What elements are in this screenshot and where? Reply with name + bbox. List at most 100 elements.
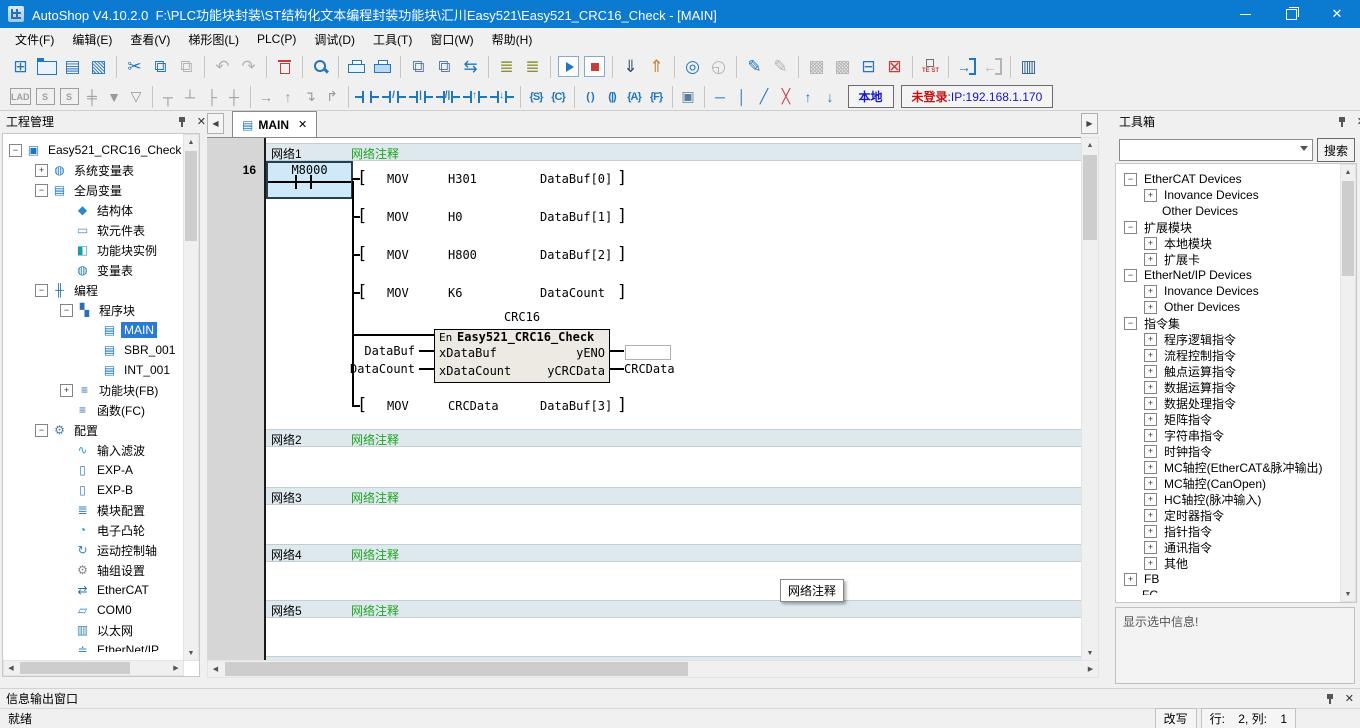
run-icon[interactable] bbox=[556, 54, 581, 79]
edit-program-icon[interactable]: ✎ bbox=[768, 54, 793, 79]
paste-icon[interactable]: ⧉ bbox=[174, 54, 199, 79]
delete-cross-icon[interactable]: ╳ bbox=[776, 86, 797, 107]
io-mapping-icon[interactable]: ⇆ bbox=[458, 54, 483, 79]
print-preview-icon[interactable] bbox=[344, 54, 369, 79]
compile-all-icon[interactable]: ≣ bbox=[520, 54, 545, 79]
menu-item[interactable]: 梯形图(L) bbox=[179, 28, 248, 51]
login-status-button[interactable]: 未登录:IP:192.168.1.170 bbox=[901, 85, 1054, 108]
scroll-thumb[interactable] bbox=[20, 662, 130, 674]
scroll-up-icon[interactable]: ▲ bbox=[184, 135, 198, 149]
contact-parallel-open-icon[interactable]: | bbox=[409, 88, 433, 106]
expand-icon[interactable]: + bbox=[1144, 253, 1157, 266]
toolbox-tree-item[interactable]: −扩展模块 bbox=[1116, 219, 1341, 235]
toolbox-search-combo[interactable] bbox=[1119, 139, 1313, 161]
restore-button[interactable] bbox=[1268, 0, 1314, 28]
find-icon[interactable] bbox=[308, 54, 333, 79]
instruction-row[interactable]: [MOVH301DataBuf[0]] bbox=[207, 171, 1081, 189]
scroll-thumb[interactable] bbox=[185, 151, 197, 241]
contact-open-icon[interactable] bbox=[355, 88, 379, 106]
project-tree-item[interactable]: ⇄EtherCAT bbox=[3, 580, 184, 600]
network-comment[interactable]: 网络注释 bbox=[351, 489, 399, 506]
insert-divider-icon[interactable]: ╪ bbox=[82, 86, 103, 107]
toolbox-tree-item[interactable]: +矩阵指令 bbox=[1116, 411, 1341, 427]
monitor-mode-icon[interactable]: ◎ bbox=[680, 54, 705, 79]
copy-icon[interactable]: ⧉ bbox=[148, 54, 173, 79]
set-coil-icon[interactable]: {S} bbox=[526, 86, 547, 107]
network-header[interactable]: 网络1 网络注释 bbox=[266, 143, 1081, 161]
project-tree-item[interactable]: ◍变量表 bbox=[3, 260, 184, 280]
project-tree-item[interactable]: ≑EtherNet/IP bbox=[3, 640, 184, 652]
expand-icon[interactable]: + bbox=[1144, 429, 1157, 442]
instruction-operand[interactable]: H800 bbox=[448, 248, 477, 262]
toolbox-tree-item[interactable]: +本地模块 bbox=[1116, 235, 1341, 251]
delete-line-icon[interactable]: ╱ bbox=[754, 86, 775, 107]
scroll-right-icon[interactable]: ▶ bbox=[169, 661, 183, 675]
project-tree-vscrollbar[interactable]: ▲ ▼ bbox=[183, 134, 199, 661]
pin-icon[interactable] bbox=[178, 116, 187, 128]
collapse-icon[interactable]: − bbox=[1124, 317, 1137, 330]
save-icon[interactable]: ▤ bbox=[60, 54, 85, 79]
print-icon[interactable] bbox=[370, 54, 395, 79]
vline-icon[interactable]: │ bbox=[732, 86, 753, 107]
toolbox-tree-item[interactable]: +字符串指令 bbox=[1116, 427, 1341, 443]
chevron-down-icon[interactable] bbox=[1300, 146, 1308, 151]
instruction-row[interactable]: [MOVCRCDataDataBuf[3]] bbox=[207, 398, 1081, 416]
menu-item[interactable]: PLC(P) bbox=[248, 29, 305, 49]
network-header[interactable]: 网络2网络注释 bbox=[266, 429, 1081, 447]
close-icon[interactable]: ✕ bbox=[197, 115, 206, 128]
open-project-icon[interactable] bbox=[34, 54, 59, 79]
project-tree-item[interactable]: ∿输入滤波 bbox=[3, 440, 184, 460]
project-tree-item[interactable]: ◆结构体 bbox=[3, 200, 184, 220]
collapse-icon[interactable]: − bbox=[9, 144, 22, 157]
network-comment[interactable]: 网络注释 bbox=[351, 145, 399, 162]
expand-icon[interactable]: + bbox=[1144, 365, 1157, 378]
network-header[interactable]: 网络5网络注释 bbox=[266, 600, 1081, 618]
menu-item[interactable]: 帮助(H) bbox=[483, 28, 542, 51]
toolbox-tree-item[interactable]: +其他 bbox=[1116, 555, 1341, 571]
project-tree-item[interactable]: +≡功能块(FB) bbox=[3, 380, 184, 400]
network-header[interactable]: 网络3网络注释 bbox=[266, 487, 1081, 505]
menu-item[interactable]: 调试(D) bbox=[305, 28, 364, 51]
insert-row-icon[interactable]: ⊟ bbox=[856, 54, 881, 79]
cut-icon[interactable]: ✂ bbox=[122, 54, 147, 79]
network-comment[interactable]: 网络注释 bbox=[351, 431, 399, 448]
expand-icon[interactable]: + bbox=[1144, 525, 1157, 538]
project-tree-item[interactable]: ◧功能块实例 bbox=[3, 240, 184, 260]
project-tree-item[interactable]: −⚙配置 bbox=[3, 420, 184, 440]
instruction-row[interactable]: [MOVH0DataBuf[1]] bbox=[207, 209, 1081, 227]
expand-icon[interactable]: + bbox=[35, 164, 48, 177]
contact-closed-icon[interactable]: / bbox=[382, 88, 406, 106]
toolbox-vscrollbar[interactable]: ▲ ▼ bbox=[1340, 164, 1356, 602]
line-corner-down-icon[interactable]: ↴ bbox=[300, 86, 321, 107]
close-button[interactable]: ✕ bbox=[1314, 0, 1360, 28]
collapse-icon[interactable]: − bbox=[35, 284, 48, 297]
login-icon[interactable] bbox=[954, 54, 979, 79]
instruction-operand[interactable]: DataBuf[2] bbox=[540, 248, 612, 262]
function-block[interactable]: En Easy521_CRC16_Check xDataBuf xDataCou… bbox=[434, 329, 610, 383]
project-tree-item[interactable]: ▭软元件表 bbox=[3, 220, 184, 240]
project-tree-item[interactable]: −▚程序块 bbox=[3, 300, 184, 320]
redo-icon[interactable]: ↷ bbox=[236, 54, 261, 79]
toolbox-tree-item[interactable]: +定时器指令 bbox=[1116, 507, 1341, 523]
upload-icon[interactable]: ⇑ bbox=[644, 54, 669, 79]
function-block-icon[interactable]: {F} bbox=[646, 86, 667, 107]
editor-hscrollbar[interactable]: ◀ ▶ bbox=[207, 660, 1099, 678]
project-tree-item[interactable]: ▯EXP-B bbox=[3, 480, 184, 500]
tab-close-icon[interactable]: ✕ bbox=[298, 118, 307, 131]
oscilloscope-icon[interactable]: ◵ bbox=[706, 54, 731, 79]
collapse-icon[interactable]: − bbox=[1124, 221, 1137, 234]
minimize-button[interactable] bbox=[1222, 0, 1268, 28]
pin-icon[interactable] bbox=[1338, 116, 1347, 128]
toolbox-tree-item[interactable]: FC bbox=[1116, 587, 1341, 595]
export-rows-icon[interactable]: ▩ bbox=[830, 54, 855, 79]
toolbox-tree-item[interactable]: −EtherNet/IP Devices bbox=[1116, 267, 1341, 283]
scroll-left-icon[interactable]: ◀ bbox=[4, 661, 18, 675]
delete-row-icon[interactable]: ⊠ bbox=[882, 54, 907, 79]
expand-icon[interactable]: + bbox=[1144, 237, 1157, 250]
network-header[interactable]: 网络4网络注释 bbox=[266, 544, 1081, 562]
expand-icon[interactable]: + bbox=[1144, 493, 1157, 506]
stop-icon[interactable] bbox=[582, 54, 607, 79]
expand-icon[interactable]: + bbox=[1144, 285, 1157, 298]
tab-scroll-left-icon[interactable]: ◀ bbox=[207, 113, 224, 134]
counter-coil-icon[interactable]: {C} bbox=[548, 86, 569, 107]
